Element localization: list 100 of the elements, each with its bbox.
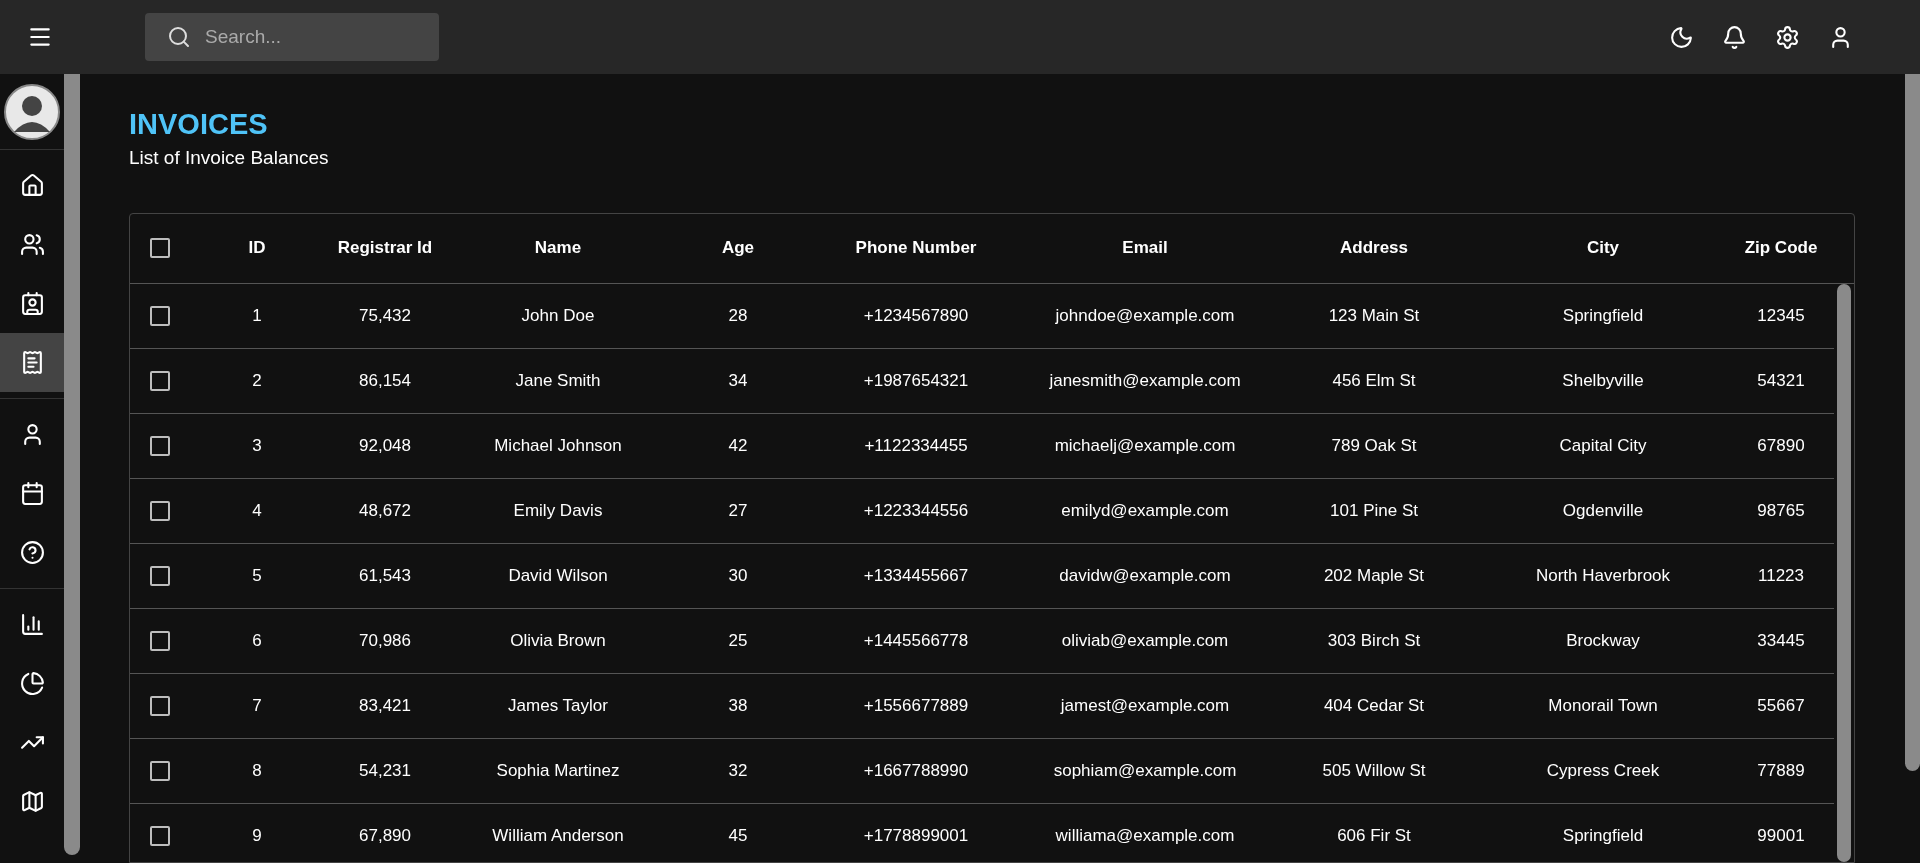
table-cell-text: Shelbyville (1562, 369, 1644, 392)
table-row[interactable]: 6 70,986 Olivia Brown 25 +1445566778 oliviab@example.com 303 Birch St Brockway 33445 (130, 608, 1834, 674)
help-icon (19, 540, 45, 565)
column-header[interactable]: City (1586, 235, 1620, 261)
table-cell-text: Capital City (1559, 434, 1647, 457)
column-header[interactable]: ID (248, 235, 266, 261)
table-cell-text: North Haverbrook (1535, 564, 1671, 587)
bar-chart-icon (19, 612, 45, 637)
table-cell-text: +1234567890 (863, 304, 969, 327)
table-cell-text: 45 (728, 824, 748, 847)
page-scrollbar[interactable] (1905, 74, 1920, 771)
table-cell-text: 5 (252, 564, 262, 587)
table-cell-text: John Doe (521, 304, 595, 327)
table-cell-text: 54321 (1757, 369, 1805, 392)
table-row[interactable]: 1 75,432 John Doe 28 +1234567890 johndoe@example.com 123 Main St Springfield 12345 (130, 283, 1834, 349)
avatar (4, 83, 60, 140)
checkbox[interactable] (150, 695, 170, 716)
table-scrollbar[interactable] (1837, 283, 1851, 862)
table-cell-text: Cypress Creek (1546, 759, 1660, 782)
column-header[interactable]: Name (534, 235, 582, 261)
table-cell-text: +1778899001 (863, 824, 969, 847)
table-cell-text: 61,543 (359, 564, 411, 587)
table-cell-text: janesmith@example.com (1049, 369, 1241, 392)
table-cell-text: 25 (728, 629, 748, 652)
table-cell-text: 83,421 (359, 694, 411, 717)
checkbox[interactable] (150, 500, 170, 521)
table-cell-text: 54,231 (359, 759, 411, 782)
table-cell-text: 86,154 (359, 369, 411, 392)
table-cell-text: 505 Willow St (1322, 759, 1426, 782)
checkbox[interactable] (150, 760, 170, 781)
table-row[interactable]: 4 48,672 Emily Davis 27 +1223344556 emilyd@example.com 101 Pine St Ogdenville 98765 (130, 478, 1834, 544)
table-cell-text: 30 (728, 564, 748, 587)
table-cell-text: 67890 (1757, 434, 1805, 457)
table-cell-text: 3 (252, 434, 262, 457)
table-cell-text: Springfield (1562, 824, 1644, 847)
table-cell-text: 303 Birch St (1327, 629, 1421, 652)
table-cell-text: 75,432 (359, 304, 411, 327)
table-cell-text: 123 Main St (1328, 304, 1420, 327)
map-icon (19, 789, 45, 814)
table-cell-text: +1987654321 (863, 369, 969, 392)
table-cell-text: Jane Smith (515, 369, 601, 392)
table-cell-text: 92,048 (359, 434, 411, 457)
people-icon (19, 232, 45, 257)
table-cell-text: +1445566778 (863, 629, 969, 652)
table-cell-text: 2 (252, 369, 262, 392)
sidebar-item[interactable] (0, 333, 64, 392)
checkbox[interactable] (150, 565, 170, 586)
table-cell-text: 77889 (1757, 759, 1805, 782)
table-cell-text: 789 Oak St (1331, 434, 1417, 457)
column-header[interactable]: Address (1340, 235, 1408, 261)
table-cell-text: 8 (252, 759, 262, 782)
column-header[interactable]: Email (1122, 235, 1168, 261)
checkbox[interactable] (150, 305, 170, 326)
table-cell-text: Michael Johnson (494, 434, 622, 457)
table-row[interactable]: 3 92,048 Michael Johnson 42 +1122334455 michaelj@example.com 789 Oak St Capital City 67890 (130, 413, 1834, 479)
contact-card-icon (19, 291, 45, 316)
table-cell-text: 27 (728, 499, 748, 522)
table-cell-text: emilyd@example.com (1061, 499, 1229, 522)
table-cell-text: 1 (252, 304, 262, 327)
table-cell-text: 4 (252, 499, 262, 522)
table-row[interactable]: 5 61,543 David Wilson 30 +1334455667 davidw@example.com 202 Maple St North Haverbrook 11223 (130, 543, 1834, 609)
table-cell-text: 33445 (1757, 629, 1805, 652)
column-header[interactable]: Age (721, 235, 755, 261)
page-title: INVOICES (129, 107, 269, 142)
table-cell-text: Emily Davis (513, 499, 603, 522)
table-cell-text: 606 Fir St (1337, 824, 1411, 847)
table-cell-text: Ogdenville (1562, 499, 1644, 522)
table-row[interactable]: 9 67,890 William Anderson 45 +1778899001 williama@example.com 606 Fir St Springfield 99001 (130, 803, 1834, 862)
table-cell-text: James Taylor (508, 694, 608, 717)
table-cell-text: 32 (728, 759, 748, 782)
table-cell-text: Brockway (1566, 629, 1640, 652)
table-row[interactable]: 8 54,231 Sophia Martinez 32 +1667788990 sophiam@example.com 505 Willow St Cypress Creek 77889 (130, 738, 1834, 804)
table-cell-text: 11223 (1758, 564, 1804, 587)
table-cell-text: Olivia Brown (510, 629, 606, 652)
checkbox[interactable] (150, 435, 170, 456)
table-cell-text: 7 (252, 694, 262, 717)
checkbox[interactable] (150, 370, 170, 391)
checkbox[interactable] (150, 825, 170, 846)
search-icon (167, 25, 191, 49)
column-header[interactable]: Phone Number (855, 235, 977, 261)
table-cell-text: Monorail Town (1548, 694, 1658, 717)
table-cell-text: davidw@example.com (1059, 564, 1231, 587)
column-header[interactable]: Registrar Id (337, 235, 433, 261)
table-cell-text: oliviab@example.com (1061, 629, 1229, 652)
table-cell-text: +1122334455 (864, 434, 968, 457)
table-row[interactable]: 7 83,421 James Taylor 38 +1556677889 jamest@example.com 404 Cedar St Monorail Town 55667 (130, 673, 1834, 739)
sidebar-scrollbar[interactable] (64, 74, 80, 855)
checkbox[interactable] (150, 630, 170, 651)
table-cell-text: 6 (252, 629, 262, 652)
table-cell-text: 67,890 (359, 824, 411, 847)
column-header[interactable]: Zip Code (1744, 235, 1818, 261)
pie-chart-icon (19, 671, 45, 696)
table-cell-text: 38 (728, 694, 748, 717)
table-cell-text: 456 Elm St (1332, 369, 1416, 392)
table-cell-text: 101 Pine St (1330, 499, 1418, 522)
page-subtitle: List of Invoice Balances (129, 146, 330, 170)
checkbox[interactable] (150, 238, 170, 258)
table-row[interactable]: 2 86,154 Jane Smith 34 +1987654321 janesmith@example.com 456 Elm St Shelbyville 54321 (130, 348, 1834, 414)
table-cell-text: Sophia Martinez (496, 759, 620, 782)
search-field[interactable]: Search... (145, 13, 439, 61)
